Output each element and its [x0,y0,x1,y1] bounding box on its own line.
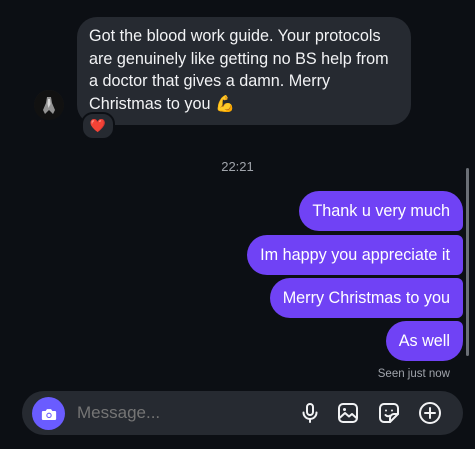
heart-icon: ❤️ [89,118,107,133]
message-composer [22,391,463,435]
outgoing-message-bubble[interactable]: Merry Christmas to you [269,278,463,318]
sender-avatar[interactable] [34,90,64,120]
voice-message-button[interactable] [297,400,323,426]
sticker-button[interactable] [376,400,402,426]
microphone-icon [302,403,318,423]
gallery-button[interactable] [335,400,361,426]
seen-status: Seen just now [377,368,450,380]
scrollbar[interactable] [466,168,469,356]
message-input[interactable] [77,403,277,423]
camera-button[interactable] [32,397,65,430]
incoming-message-group: Got the blood work guide. Your protocols… [0,0,475,140]
outgoing-message-bubble[interactable]: Im happy you appreciate it [247,235,463,275]
plus-circle-icon [419,402,441,424]
flexed-biceps-emoji: 💪 [214,95,235,113]
heart-reaction[interactable]: ❤️ [81,112,115,140]
camera-icon [41,408,56,420]
add-button[interactable] [417,400,443,426]
gallery-icon [338,403,358,423]
sticker-icon [379,403,399,423]
outgoing-message-bubble[interactable]: As well [385,321,463,361]
chat-screen: Got the blood work guide. Your protocols… [0,0,475,449]
incoming-message-text: Got the blood work guide. Your protocols… [89,27,389,113]
message-timestamp: 22:21 [221,159,254,174]
outgoing-message-bubble[interactable]: Thank u very much [299,191,463,231]
incoming-message-bubble[interactable]: Got the blood work guide. Your protocols… [77,17,411,125]
